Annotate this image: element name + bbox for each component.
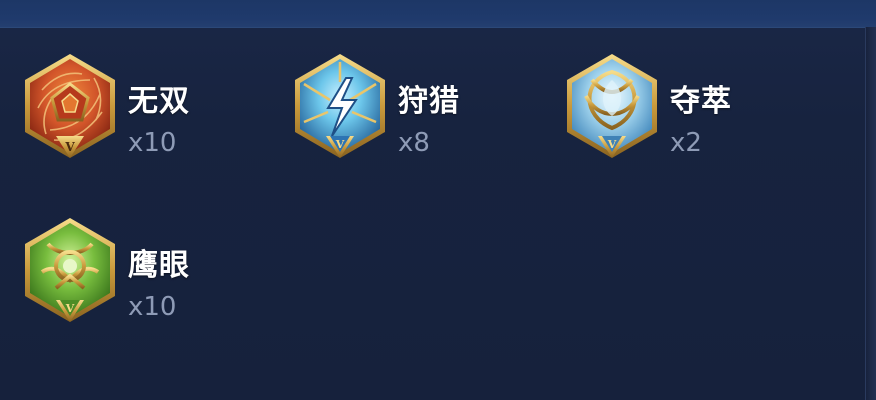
hawkeye-emblem-icon: V	[20, 214, 120, 330]
plunder-emblem-icon: V	[562, 50, 662, 166]
badge-count: x10	[128, 292, 177, 322]
badge-name: 夺萃	[670, 84, 732, 119]
badge-count: x2	[670, 128, 702, 158]
svg-text:V: V	[335, 138, 345, 151]
wushuang-emblem-icon: V	[20, 50, 120, 166]
scrollbar-track[interactable]	[865, 27, 876, 400]
badge-item-hunting[interactable]: V 狩猎 x8	[290, 50, 550, 170]
hunting-emblem-icon: V	[290, 50, 390, 166]
badge-item-wushuang[interactable]: V 无双 x10	[20, 50, 280, 170]
svg-text:V: V	[607, 138, 617, 151]
badge-item-plunder[interactable]: V 夺萃 x2	[562, 50, 822, 170]
achievement-panel: V 无双 x10 V 狩猎 x8 V 夺萃 x2 V 鹰眼 x10	[0, 0, 876, 400]
badge-name: 无双	[128, 84, 190, 119]
badge-name: 狩猎	[398, 84, 460, 119]
svg-text:V: V	[65, 302, 75, 315]
panel-header-strip	[0, 0, 876, 28]
badge-name: 鹰眼	[128, 248, 190, 283]
badge-item-hawkeye[interactable]: V 鹰眼 x10	[20, 214, 280, 334]
svg-text:V: V	[64, 140, 75, 154]
badge-count: x8	[398, 128, 430, 158]
badge-count: x10	[128, 128, 177, 158]
